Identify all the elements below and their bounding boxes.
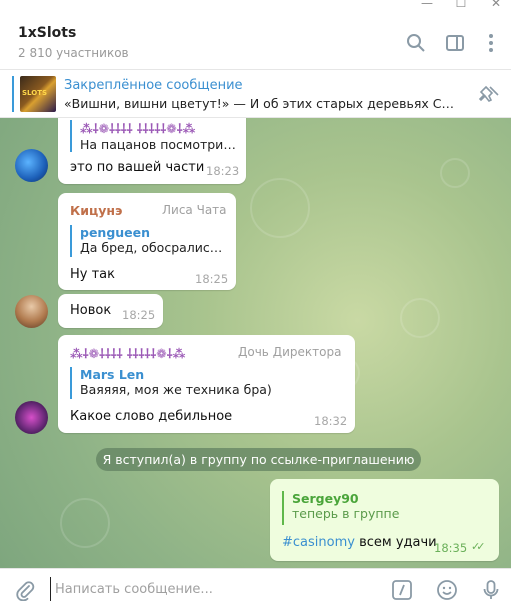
pinned-message-bar[interactable]: SLOTS Закреплённое сообщение «Вишни, виш… xyxy=(0,70,511,118)
message-time: 18:25 xyxy=(122,308,156,322)
message-text: #casinomy всем удачи xyxy=(282,535,437,550)
unpin-icon[interactable] xyxy=(477,84,499,104)
sender-role: Дочь Директора xyxy=(238,345,342,359)
pinned-text: «Вишни, вишни цветут!» — И об этих стары… xyxy=(64,96,456,111)
message-body: всем удачи xyxy=(354,535,437,550)
message-time: 18:25 xyxy=(195,272,229,286)
avatar[interactable] xyxy=(15,295,48,328)
more-menu-icon[interactable] xyxy=(480,32,502,54)
minimize-button[interactable]: — xyxy=(412,0,442,12)
service-message: Я вступил(а) в группу по ссылке-приглаше… xyxy=(96,448,421,471)
background-doodle xyxy=(250,178,310,238)
background-doodle xyxy=(400,298,440,338)
message-text: это по вашей части xyxy=(70,160,205,175)
message-time: 18:32 xyxy=(314,414,348,428)
reply-text: На пацанов посмотрит... xyxy=(80,137,238,152)
sender-role: Лиса Чата xyxy=(162,203,227,217)
sender-name[interactable]: ⁂⸸❁⸸⸸⸸⸸ ⸸⸸⸸⸸⸸❁⸸⁂ xyxy=(70,345,185,362)
message-composer xyxy=(0,568,511,609)
background-doodle xyxy=(440,158,470,188)
background-doodle xyxy=(60,498,110,548)
hashtag-link[interactable]: #casinomy xyxy=(282,535,355,550)
pinned-indicator xyxy=(12,76,14,112)
chat-header[interactable]: 1xSlots 2 810 участников xyxy=(0,12,511,70)
bot-commands-icon[interactable] xyxy=(391,579,413,601)
window-titlebar: — ☐ ✕ xyxy=(0,0,511,12)
reply-author: ⁂⸸❁⸸⸸⸸⸸ ⸸⸸⸸⸸⸸❁⸸⁂ xyxy=(80,121,196,136)
message-input[interactable] xyxy=(50,577,380,601)
attach-icon[interactable] xyxy=(14,579,36,601)
reply-quote[interactable]: Mars Len Ваяяяя, моя же техника бра) xyxy=(70,367,340,399)
message-time: 18:23 xyxy=(206,164,240,178)
outgoing-message-bubble[interactable]: Sergey90 теперь в группе #casinomy всем … xyxy=(270,479,499,561)
member-count: 2 810 участников xyxy=(18,46,129,60)
reply-text: теперь в группе xyxy=(292,506,400,521)
pinned-title: Закреплённое сообщение xyxy=(64,78,243,93)
message-bubble[interactable]: ⁂⸸❁⸸⸸⸸⸸ ⸸⸸⸸⸸⸸❁⸸⁂ Дочь Директора Mars Len… xyxy=(58,335,355,433)
chat-area[interactable]: ⁂⸸❁⸸⸸⸸⸸ ⸸⸸⸸⸸⸸❁⸸⁂ На пацанов посмотрит...… xyxy=(0,118,511,568)
pinned-thumbnail: SLOTS xyxy=(20,76,56,112)
reply-quote[interactable]: pengueen Да бред, обосрались ... xyxy=(70,225,228,257)
avatar[interactable] xyxy=(15,401,48,434)
reply-text: Ваяяяя, моя же техника бра) xyxy=(80,382,272,397)
read-receipt-icon: ✓✓ xyxy=(471,540,486,553)
sender-name[interactable]: Кицунэ xyxy=(70,203,122,218)
message-text: Ну так xyxy=(70,267,115,282)
message-bubble[interactable]: Новок 18:25 xyxy=(58,294,163,328)
reply-quote[interactable]: Sergey90 теперь в группе xyxy=(282,491,487,525)
reply-quote[interactable]: ⁂⸸❁⸸⸸⸸⸸ ⸸⸸⸸⸸⸸❁⸸⁂ На пацанов посмотрит... xyxy=(70,120,238,152)
emoji-icon[interactable] xyxy=(436,579,458,601)
avatar[interactable] xyxy=(15,149,48,182)
message-bubble[interactable]: ⁂⸸❁⸸⸸⸸⸸ ⸸⸸⸸⸸⸸❁⸸⁂ На пацанов посмотрит...… xyxy=(58,118,246,184)
pinned-thumbnail-text: SLOTS xyxy=(22,89,48,97)
reply-author: pengueen xyxy=(80,225,151,240)
maximize-button[interactable]: ☐ xyxy=(446,0,476,12)
reply-text: Да бред, обосрались ... xyxy=(80,240,228,255)
message-text: Какое слово дебильное xyxy=(70,409,233,424)
message-text: Новок xyxy=(70,303,112,318)
reply-author: Mars Len xyxy=(80,367,145,382)
close-button[interactable]: ✕ xyxy=(481,0,511,12)
microphone-icon[interactable] xyxy=(480,579,502,601)
search-icon[interactable] xyxy=(405,32,427,54)
message-time: 18:35 xyxy=(434,541,468,555)
reply-author: Sergey90 xyxy=(292,491,359,506)
chat-title[interactable]: 1xSlots xyxy=(18,25,76,41)
sidebar-toggle-icon[interactable] xyxy=(444,32,466,54)
message-bubble[interactable]: Кицунэ Лиса Чата pengueen Да бред, обоср… xyxy=(58,193,236,290)
